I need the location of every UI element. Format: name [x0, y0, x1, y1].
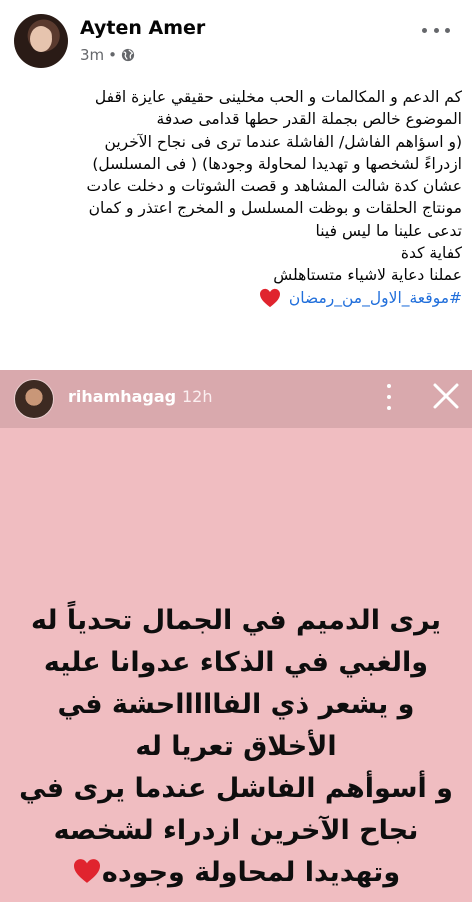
more-dot — [433, 27, 439, 33]
post-line: تدعى علينا ما ليس فينا — [315, 221, 462, 240]
story-quote: يرى الدميم في الجمال تحدياً له والغبي في… — [0, 600, 472, 894]
post-time[interactable]: 3m — [80, 46, 104, 64]
story-screenshot[interactable]: rihamhagag 12h يرى الدميم في الجمال تحدي… — [0, 370, 472, 902]
author-name[interactable]: Ayten Amer — [80, 17, 205, 39]
story-time: 12h — [182, 387, 213, 406]
post-text: كم الدعم و المكالمات و الحب مخلينى حقيقي… — [12, 86, 462, 309]
post-line: مونتاج الحلقات و بوظت المسلسل و المخرج ا… — [88, 199, 462, 218]
story-line: و يشعر ذي الفاااااحشة في — [57, 689, 415, 720]
post-line: عشان كدة شالت المشاهد و قصت الشوتات و دخ… — [86, 177, 463, 196]
story-line: وتهديدا لمحاولة وجوده — [101, 857, 401, 888]
post-meta: 3m • — [80, 46, 135, 64]
hashtag-line: #موقعة_الاول_من_رمضان — [12, 287, 462, 309]
post-line: كفاية كدة — [400, 244, 462, 263]
author-avatar[interactable] — [14, 14, 68, 68]
post-line: كم الدعم و المكالمات و الحب مخلينى حقيقي… — [94, 88, 462, 106]
more-dot — [387, 395, 391, 399]
story-avatar[interactable] — [14, 379, 54, 419]
close-icon[interactable] — [430, 380, 462, 412]
more-horizontal-icon — [422, 27, 427, 33]
story-last-line: وتهديدا لمحاولة وجوده — [0, 852, 472, 894]
red-heart-icon — [73, 859, 100, 883]
post-line: (و اسؤاهم الفاشل/ الفاشلة عندما ترى فى ن… — [104, 132, 462, 151]
story-line: نجاح الآخرين ازدراء لشخصه — [53, 815, 419, 846]
story-line: الأخلاق تعريا له — [135, 731, 337, 762]
post-header: Ayten Amer 3m • — [0, 0, 472, 80]
globe-icon — [121, 48, 135, 62]
red-heart-icon — [259, 288, 280, 307]
post-more-button[interactable] — [422, 20, 450, 40]
story-more-button[interactable] — [376, 384, 402, 410]
more-dot — [387, 406, 391, 410]
post-line: عملنا دعاية لاشياء متستاهلش — [273, 266, 462, 285]
post-line: الموضوع خالص بجملة القدر حطها قدامى صدفة — [156, 110, 462, 129]
hashtag-link[interactable]: #موقعة_الاول_من_رمضان — [289, 287, 462, 309]
story-line: و أسوأهم الفاشل عندما يرى في — [19, 773, 453, 804]
more-dot — [445, 27, 450, 33]
post-line: ازدراءً لشخصها و تهديدا لمحاولة وجودها) … — [92, 154, 462, 173]
story-line: والغبي في الذكاء عدوانا عليه — [43, 647, 429, 678]
more-vertical-icon — [387, 384, 391, 388]
meta-separator: • — [108, 46, 118, 64]
story-username[interactable]: rihamhagag — [68, 387, 176, 406]
story-line: يرى الدميم في الجمال تحدياً له — [30, 605, 442, 636]
